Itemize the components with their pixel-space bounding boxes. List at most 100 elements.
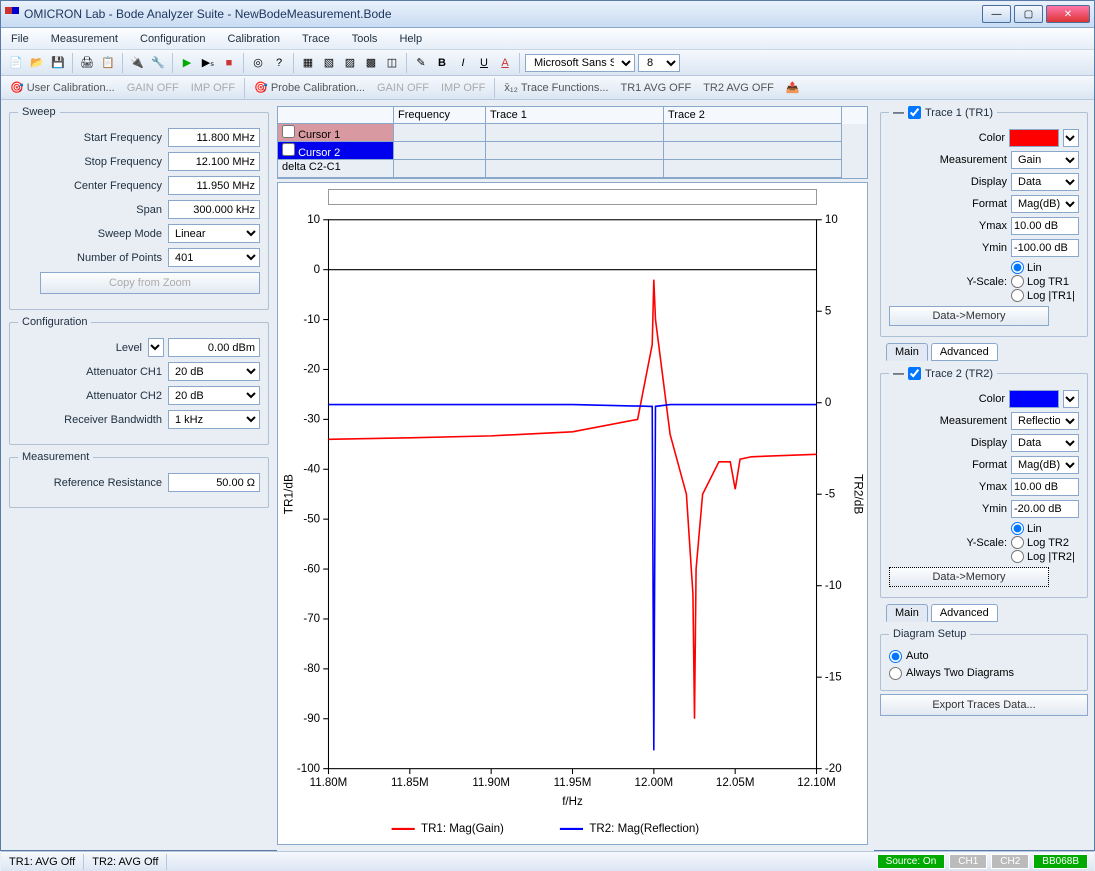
run-icon[interactable]: ▶ — [178, 54, 196, 72]
start-frequency-input[interactable] — [168, 128, 260, 147]
font-name-select[interactable]: Microsoft Sans Ser — [525, 54, 635, 72]
cursor-delta-row[interactable]: delta C2-C1 — [278, 160, 394, 178]
trace1-enable-checkbox[interactable] — [908, 106, 921, 119]
span-input[interactable] — [168, 200, 260, 219]
copy-icon[interactable]: 📋 — [99, 54, 117, 72]
trace2-enable-checkbox[interactable] — [908, 367, 921, 380]
trace2-color-dropdown[interactable] — [1063, 390, 1079, 408]
diagram-auto-radio[interactable] — [889, 650, 902, 663]
print-icon[interactable]: 🖨 — [78, 54, 96, 72]
trace1-ymin-input[interactable] — [1011, 239, 1079, 257]
attenuator-ch2-select[interactable]: 20 dB — [168, 386, 260, 405]
target-icon[interactable]: ◎ — [249, 54, 267, 72]
bold-icon[interactable]: B — [433, 54, 451, 72]
close-button[interactable]: ✕ — [1046, 5, 1090, 23]
grid3-icon[interactable]: ▨ — [341, 54, 359, 72]
export-icon[interactable]: 📤 — [783, 79, 803, 96]
pen-icon[interactable]: ✎ — [412, 54, 430, 72]
trace1-measurement-select[interactable]: Gain — [1011, 151, 1079, 169]
trace1-color[interactable] — [1009, 129, 1059, 147]
trace1-ymax-input[interactable] — [1011, 217, 1079, 235]
probe-calibration-button[interactable]: 🎯Probe Calibration... — [251, 79, 368, 96]
trace2-measurement-select[interactable]: Reflection — [1011, 412, 1079, 430]
receiver-bandwidth-select[interactable]: 1 kHz — [168, 410, 260, 429]
menu-help[interactable]: Help — [399, 33, 422, 45]
config-icon[interactable]: 🔧 — [149, 54, 167, 72]
svg-text:-10: -10 — [303, 313, 320, 326]
copy-from-zoom-button[interactable]: Copy from Zoom — [40, 272, 260, 294]
grid5-icon[interactable]: ◫ — [383, 54, 401, 72]
trace1-data-memory-button[interactable]: Data->Memory — [889, 306, 1049, 326]
tab-main-2[interactable]: Main — [886, 604, 928, 622]
grid4-icon[interactable]: ▩ — [362, 54, 380, 72]
trace-functions-button[interactable]: x̄₁₂Trace Functions... — [501, 80, 611, 96]
trace1-yscale-logabs[interactable] — [1011, 289, 1024, 302]
trace2-format-select[interactable]: Mag(dB) — [1011, 456, 1079, 474]
tab-advanced-2[interactable]: Advanced — [931, 604, 998, 622]
trace2-color[interactable] — [1009, 390, 1059, 408]
level-input[interactable] — [168, 338, 260, 357]
trace2-ymax-input[interactable] — [1011, 478, 1079, 496]
sweep-mode-select[interactable]: Linear — [168, 224, 260, 243]
connect-icon[interactable]: 🔌 — [128, 54, 146, 72]
cursor-2-row[interactable]: Cursor 2 — [278, 142, 394, 160]
save-icon[interactable]: 💾 — [49, 54, 67, 72]
grid1-icon[interactable]: ▦ — [299, 54, 317, 72]
cursor-2-checkbox[interactable] — [282, 143, 295, 156]
grid2-icon[interactable]: ▧ — [320, 54, 338, 72]
trace2-display-select[interactable]: Data — [1011, 434, 1079, 452]
new-icon[interactable]: 📄 — [7, 54, 25, 72]
trace1-format-select[interactable]: Mag(dB) — [1011, 195, 1079, 213]
italic-icon[interactable]: I — [454, 54, 472, 72]
open-icon[interactable]: 📂 — [28, 54, 46, 72]
font-color-icon[interactable]: A — [496, 54, 514, 72]
cursor-header-frequency[interactable]: Frequency — [394, 107, 486, 124]
trace2-yscale-lin[interactable] — [1011, 522, 1024, 535]
trace1-yscale-lin[interactable] — [1011, 261, 1024, 274]
tab-advanced-1[interactable]: Advanced — [931, 343, 998, 361]
trace2-ymin-input[interactable] — [1011, 500, 1079, 518]
menu-file[interactable]: File — [11, 33, 29, 45]
cursor-1-row[interactable]: Cursor 1 — [278, 124, 394, 142]
diagram-two-radio[interactable] — [889, 667, 902, 680]
sweep-legend: Sweep — [18, 106, 60, 118]
menu-calibration[interactable]: Calibration — [227, 33, 280, 45]
menu-trace[interactable]: Trace — [302, 33, 330, 45]
underline-icon[interactable]: U — [475, 54, 493, 72]
svg-text:TR1/dB: TR1/dB — [283, 474, 296, 514]
svg-text:5: 5 — [825, 304, 832, 317]
menu-configuration[interactable]: Configuration — [140, 33, 205, 45]
menu-tools[interactable]: Tools — [352, 33, 378, 45]
help-icon[interactable]: ? — [270, 54, 288, 72]
status-tr2-avg: TR2: AVG Off — [84, 854, 167, 870]
minimize-button[interactable]: — — [982, 5, 1011, 23]
reference-resistance-input[interactable] — [168, 473, 260, 492]
trace2-yscale-log[interactable] — [1011, 536, 1024, 549]
center-frequency-input[interactable] — [168, 176, 260, 195]
menu-measurement[interactable]: Measurement — [51, 33, 118, 45]
trace1-color-dropdown[interactable] — [1063, 129, 1079, 147]
single-icon[interactable]: ▶ₛ — [199, 54, 217, 72]
cursor-header-trace2[interactable]: Trace 2 — [664, 107, 842, 124]
stop-icon[interactable]: ■ — [220, 54, 238, 72]
stop-frequency-input[interactable] — [168, 152, 260, 171]
user-calibration-button[interactable]: 🎯User Calibration... — [7, 79, 118, 96]
measurement-group: Measurement Reference Resistance — [9, 451, 269, 508]
maximize-button[interactable]: ▢ — [1014, 5, 1043, 23]
trace2-data-memory-button[interactable]: Data->Memory — [889, 567, 1049, 587]
trace1-display-select[interactable]: Data — [1011, 173, 1079, 191]
tr2-avg-label: TR2 AVG OFF — [700, 80, 777, 96]
attenuator-ch1-select[interactable]: 20 dB — [168, 362, 260, 381]
trace2-yscale-logabs[interactable] — [1011, 550, 1024, 563]
tab-main-1[interactable]: Main — [886, 343, 928, 361]
export-traces-button[interactable]: Export Traces Data... — [880, 694, 1088, 716]
trace1-yscale-log[interactable] — [1011, 275, 1024, 288]
svg-text:11.85M: 11.85M — [391, 776, 429, 789]
chart-area[interactable]: 11.80M11.85M11.90M11.95M12.00M12.05M12.1… — [277, 182, 868, 845]
points-select[interactable]: 401 — [168, 248, 260, 267]
level-dropdown[interactable] — [148, 338, 164, 357]
font-size-select[interactable]: 8 — [638, 54, 680, 72]
cursor-1-checkbox[interactable] — [282, 125, 295, 138]
cursor-header-trace1[interactable]: Trace 1 — [486, 107, 664, 124]
svg-text:10: 10 — [825, 213, 838, 226]
